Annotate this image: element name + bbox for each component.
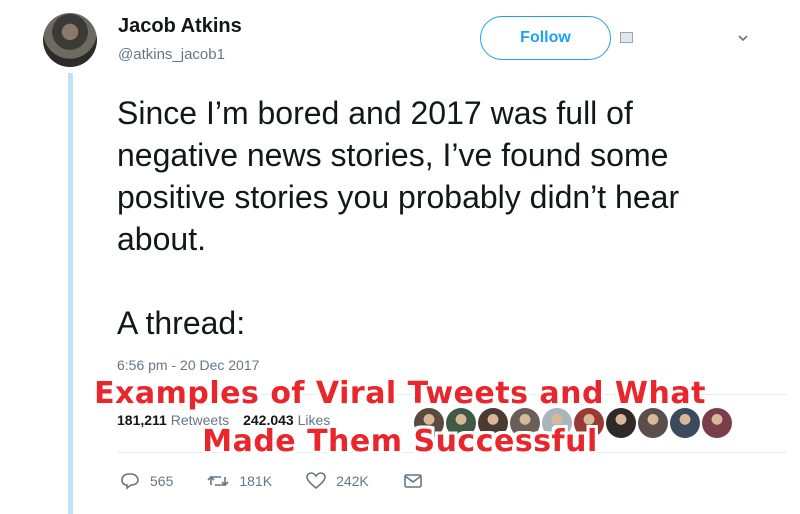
overlay-title-line2: Made Them Successful (202, 424, 598, 459)
like-count: 242K (336, 473, 369, 489)
tweet-text: Since I’m bored and 2017 was full of neg… (117, 95, 680, 341)
avatar[interactable] (43, 13, 97, 67)
follow-button[interactable]: Follow (480, 16, 611, 60)
reply-count: 565 (150, 473, 174, 489)
tweet-timestamp[interactable]: 6:56 pm - 20 Dec 2017 (117, 357, 259, 373)
action-bar: 565 181K 242K (120, 472, 457, 490)
reply-icon (121, 473, 139, 490)
author-name[interactable]: Jacob Atkins (118, 15, 242, 38)
message-icon (403, 474, 422, 488)
badge-icon (620, 32, 633, 43)
like-icon (306, 472, 326, 490)
chevron-down-icon[interactable] (738, 33, 748, 43)
author-handle[interactable]: @atkins_jacob1 (118, 46, 225, 63)
retweet-button[interactable]: 181K (207, 473, 272, 489)
like-button[interactable]: 242K (306, 472, 369, 490)
overlay-title-line1: Examples of Viral Tweets and What (94, 376, 706, 411)
retweet-icon (207, 475, 229, 487)
retweet-count: 181K (239, 473, 273, 489)
direct-message-button[interactable] (403, 473, 423, 489)
reply-button[interactable]: 565 (120, 472, 173, 490)
